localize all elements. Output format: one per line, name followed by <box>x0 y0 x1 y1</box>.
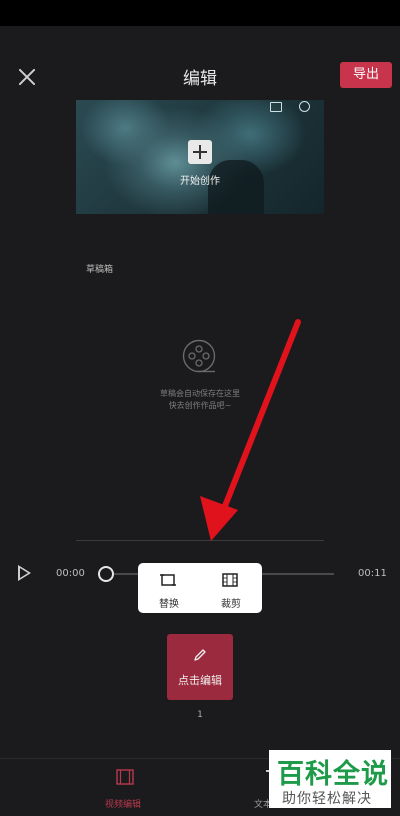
caption-icon[interactable] <box>270 102 282 112</box>
start-create-label[interactable]: 开始创作 <box>76 172 324 187</box>
crop-button[interactable]: 裁剪 <box>200 563 262 613</box>
play-icon[interactable] <box>18 565 31 581</box>
video-preview: 开始创作 <box>76 100 324 214</box>
nav-video-edit[interactable]: 视频编辑 <box>105 797 141 810</box>
clip-count: 1 <box>197 710 203 720</box>
film-reel-icon <box>182 339 216 373</box>
clip-action-popup: 替换 裁剪 <box>138 563 262 613</box>
drafts-empty-line2: 快去创作作品吧~ <box>168 401 232 410</box>
preview-figure <box>208 160 264 214</box>
export-button[interactable]: 导出 <box>340 62 392 88</box>
watermark-subtitle: 助你轻松解决 <box>282 791 372 807</box>
status-bar <box>0 0 400 26</box>
drafts-empty-line1: 草稿会自动保存在这里 <box>160 389 240 398</box>
crop-label: 裁剪 <box>221 599 241 610</box>
drafts-empty-text: 草稿会自动保存在这里 快去创作作品吧~ <box>0 388 400 412</box>
watermark-logo: 百科全说 助你轻松解决 <box>269 750 391 808</box>
watermark-title: 百科全说 <box>277 759 389 790</box>
film-strip-icon[interactable] <box>116 769 134 785</box>
replace-icon <box>160 574 176 586</box>
total-time: 00:11 <box>358 568 387 579</box>
crop-icon <box>222 573 238 587</box>
current-time: 00:00 <box>56 568 85 579</box>
click-edit-button[interactable]: 点击编辑 <box>167 634 233 700</box>
replace-button[interactable]: 替换 <box>138 563 200 613</box>
settings-icon[interactable] <box>299 101 310 112</box>
add-icon[interactable] <box>188 140 212 164</box>
drafts-label: 草稿箱 <box>86 265 114 275</box>
timeline-divider <box>76 540 324 541</box>
progress-scrubber[interactable] <box>98 566 114 582</box>
replace-label: 替换 <box>159 599 179 610</box>
pencil-icon <box>194 649 206 661</box>
click-edit-label: 点击编辑 <box>178 674 222 687</box>
